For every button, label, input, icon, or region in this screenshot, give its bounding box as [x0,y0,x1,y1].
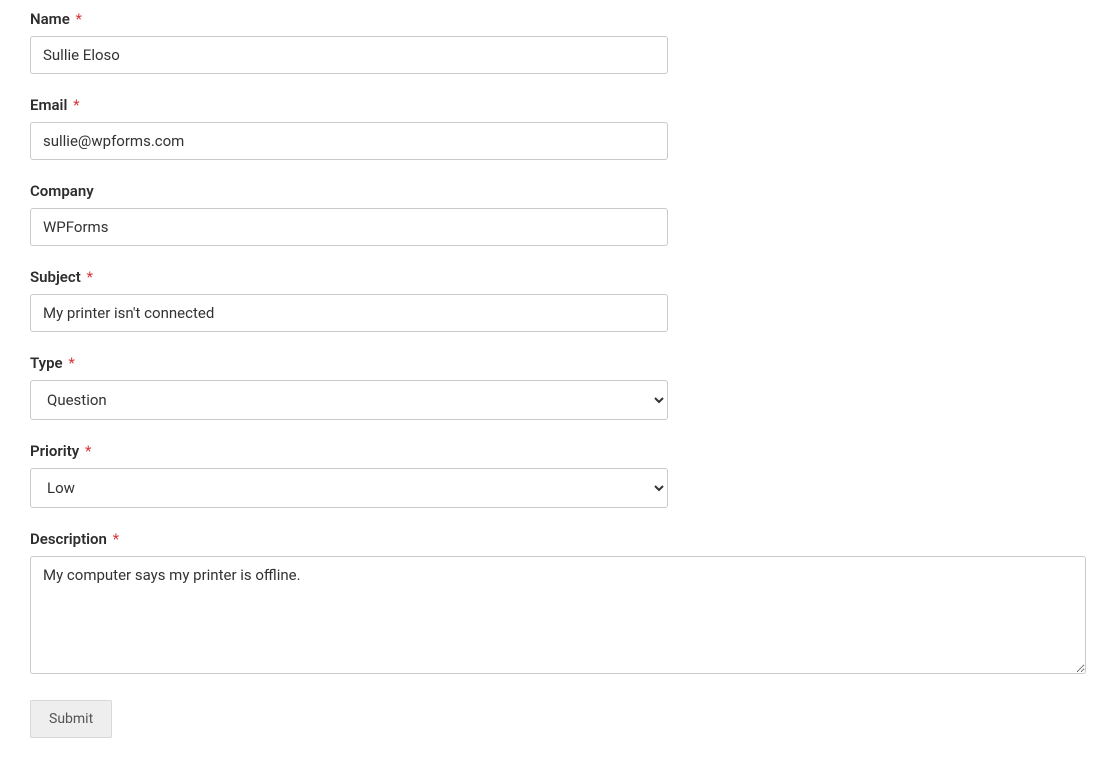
required-asterisk-icon: * [76,10,82,28]
email-field-group: Email * [30,96,668,160]
type-label-text: Type [30,354,63,372]
type-field-group: Type * Question [30,354,668,420]
priority-field-group: Priority * Low [30,442,668,508]
required-asterisk-icon: * [86,268,92,286]
description-label: Description * [30,530,1086,548]
company-input[interactable] [30,208,668,246]
company-label: Company [30,182,668,200]
email-label: Email * [30,96,668,114]
name-input[interactable] [30,36,668,74]
name-label-text: Name [30,10,70,28]
subject-field-group: Subject * [30,268,668,332]
description-field-group: Description * My computer says my printe… [30,530,1086,678]
priority-select[interactable]: Low [30,468,668,508]
description-label-text: Description [30,530,107,548]
company-label-text: Company [30,182,94,200]
subject-label: Subject * [30,268,668,286]
type-select[interactable]: Question [30,380,668,420]
email-label-text: Email [30,96,67,114]
type-label: Type * [30,354,668,372]
required-asterisk-icon: * [113,530,119,548]
description-textarea[interactable]: My computer says my printer is offline. [30,556,1086,674]
email-input[interactable] [30,122,668,160]
required-asterisk-icon: * [68,354,74,372]
company-field-group: Company [30,182,668,246]
priority-label-text: Priority [30,442,79,460]
submit-button[interactable]: Submit [30,700,112,738]
required-asterisk-icon: * [73,96,79,114]
subject-label-text: Subject [30,268,81,286]
name-field-group: Name * [30,10,668,74]
priority-label: Priority * [30,442,668,460]
subject-input[interactable] [30,294,668,332]
name-label: Name * [30,10,668,28]
required-asterisk-icon: * [85,442,91,460]
support-form: Name * Email * Company Subject * Type * … [30,10,1086,738]
